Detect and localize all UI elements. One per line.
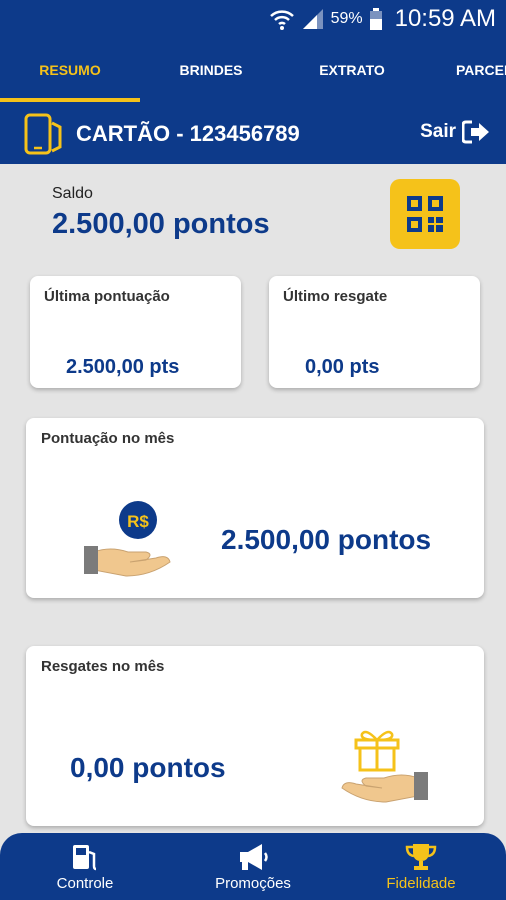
hand-coin-icon: R$ [84, 501, 171, 577]
qr-code-button[interactable] [390, 179, 460, 249]
month-points-label: Pontuação no mês [41, 430, 175, 447]
nav-fidelidade-label: Fidelidade [386, 875, 456, 892]
coin-text: R$ [127, 512, 149, 531]
balance-value: 2.500,00 pontos [52, 208, 270, 240]
logout-label: Sair [420, 121, 456, 142]
card-phone-icon [24, 113, 62, 155]
month-points-value: 2.500,00 pontos [221, 524, 432, 555]
last-redemption-label: Último resgate [283, 288, 388, 305]
tab-brindes[interactable]: BRINDES [140, 38, 282, 102]
hand-gift-icon [341, 730, 428, 803]
balance-label: Saldo [52, 185, 93, 202]
battery-percent: 59% [330, 10, 363, 27]
tab-bar: RESUMO BRINDES EXTRATO PARCEIR [0, 38, 506, 102]
bottom-navigation: Controle Promoções Fidelidade [0, 833, 506, 900]
card-number-title: CARTÃO - 123456789 [76, 121, 300, 146]
logout-icon [462, 120, 489, 144]
status-bar: 59% 10:59 AM [0, 0, 506, 38]
last-redemption-card: Último resgate 0,00 pts [269, 276, 480, 388]
tab-extrato[interactable]: EXTRATO [282, 38, 422, 102]
nav-controle-label: Controle [56, 875, 114, 892]
last-points-label: Última pontuação [44, 288, 170, 305]
nav-promocoes-label: Promoções [215, 875, 291, 892]
last-points-card: Última pontuação 2.500,00 pts [30, 276, 241, 388]
month-redemptions-card: Resgates no mês 0,00 pontos [26, 646, 484, 826]
month-redemptions-label: Resgates no mês [41, 658, 165, 675]
last-points-value: 2.500,00 pts [66, 356, 180, 378]
status-icons: 59% 10:59 AM [269, 4, 496, 34]
qr-code-icon [407, 196, 443, 232]
wifi-icon [269, 10, 294, 30]
megaphone-icon [240, 844, 268, 870]
fuel-pump-icon [73, 845, 97, 871]
tab-parceiros[interactable]: PARCEIR [456, 38, 506, 102]
month-redemptions-value: 0,00 pontos [70, 752, 226, 783]
card-header: CARTÃO - 123456789 Sair [0, 102, 506, 164]
clock: 10:59 AM [394, 5, 496, 32]
nav-promocoes[interactable]: Promoções [188, 833, 318, 900]
logout-button[interactable]: Sair [420, 120, 490, 144]
nav-controle[interactable]: Controle [20, 833, 150, 900]
battery-icon [369, 8, 382, 30]
signal-icon [302, 9, 323, 29]
nav-fidelidade[interactable]: Fidelidade [356, 833, 486, 900]
last-redemption-value: 0,00 pts [305, 356, 380, 378]
month-points-card: Pontuação no mês R$ 2.500,00 pontos [26, 418, 484, 598]
tab-resumo[interactable]: RESUMO [0, 38, 140, 102]
trophy-icon [405, 844, 437, 870]
